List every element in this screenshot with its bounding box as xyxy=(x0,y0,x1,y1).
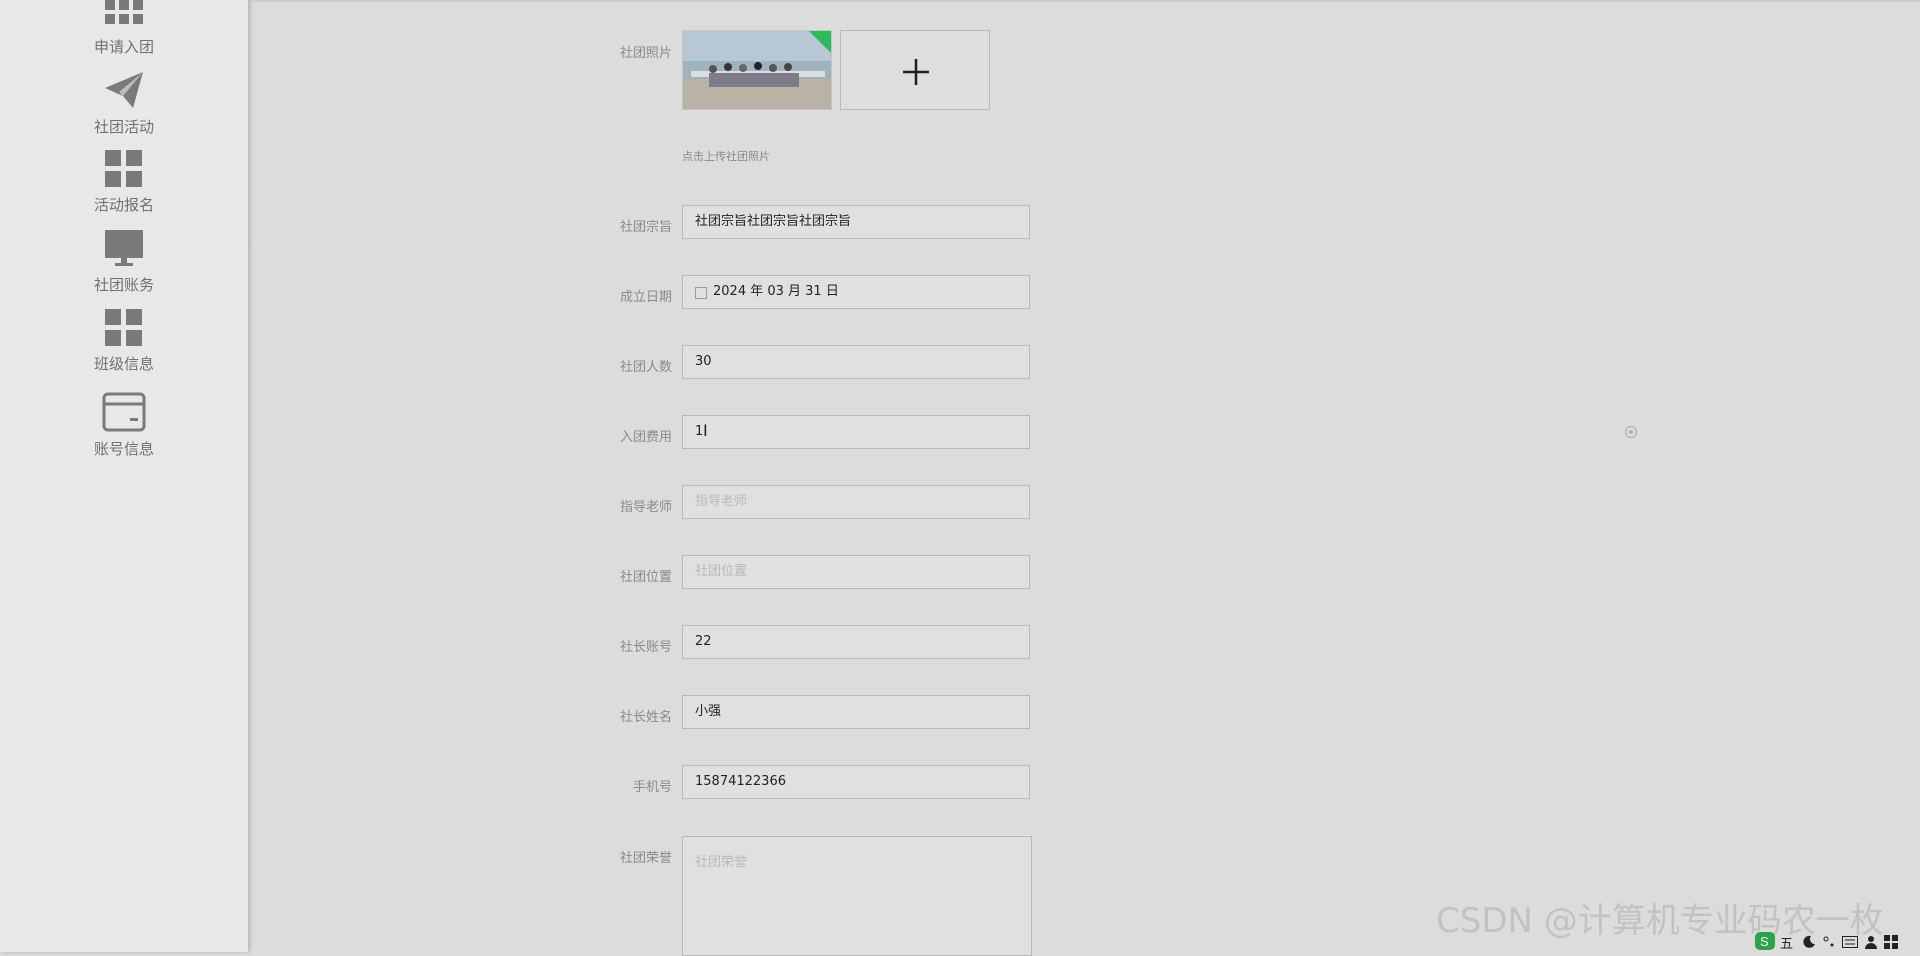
top-divider xyxy=(248,0,1920,2)
sidebar-item-activity-signup[interactable]: 活动报名 xyxy=(0,150,248,215)
sidebar-item-apply-join[interactable]: 申请入团 xyxy=(0,0,248,57)
upload-hint: 点击上传社团照片 xyxy=(682,150,770,163)
paper-plane-icon xyxy=(105,72,143,108)
sidebar-item-label: 申请入团 xyxy=(93,38,154,56)
upload-photo-button[interactable] xyxy=(840,30,990,110)
system-tray: S 五 xyxy=(1750,930,1920,952)
moon-icon[interactable] xyxy=(1802,935,1816,949)
purpose-input[interactable]: 社团宗旨社团宗旨社团宗旨 xyxy=(682,205,1030,239)
members-label: 社团人数 xyxy=(619,360,672,375)
fee-input[interactable]: 1 I xyxy=(682,415,1030,449)
sidebar-item-account-info[interactable]: 账号信息 xyxy=(0,392,248,459)
sidebar-item-label: 班级信息 xyxy=(93,355,154,373)
card-icon xyxy=(102,392,146,432)
honors-label: 社团荣誉 xyxy=(619,851,672,866)
photo-label: 社团照片 xyxy=(619,46,672,61)
plus-icon xyxy=(903,59,929,85)
settings-icon[interactable] xyxy=(1624,425,1638,439)
apps-grid-icon[interactable] xyxy=(1884,935,1898,949)
fee-label: 入团费用 xyxy=(619,430,672,445)
text-cursor-icon: I xyxy=(703,421,708,440)
leader-account-input[interactable]: 22 xyxy=(682,625,1030,659)
monitor-icon xyxy=(105,230,143,266)
honors-textarea[interactable]: 社团荣誉 xyxy=(682,836,1032,956)
ime-mode-label[interactable]: 五 xyxy=(1780,933,1793,952)
leader-name-input[interactable]: 小强 xyxy=(682,695,1030,729)
svg-text:S: S xyxy=(1760,934,1769,949)
sidebar-item-club-finance[interactable]: 社团账务 xyxy=(0,230,248,295)
grid-icon xyxy=(105,309,142,346)
location-label: 社团位置 xyxy=(619,570,672,585)
leader-name-label: 社长姓名 xyxy=(619,710,672,725)
phone-input[interactable]: 15874122366 xyxy=(682,765,1030,799)
founded-date-picker[interactable]: 2024 年 03 月 31 日 xyxy=(682,275,1030,309)
grid-icon xyxy=(105,0,143,24)
founded-date-value: 2024 年 03 月 31 日 xyxy=(713,284,839,299)
members-input[interactable]: 30 xyxy=(682,345,1030,379)
calendar-icon xyxy=(695,287,707,299)
founded-date-label: 成立日期 xyxy=(619,290,672,305)
advisor-input[interactable]: 指导老师 xyxy=(682,485,1030,519)
sidebar-item-label: 账号信息 xyxy=(93,440,154,458)
sidebar-item-label: 社团账务 xyxy=(93,276,154,294)
ime-logo-icon[interactable]: S xyxy=(1754,931,1776,951)
location-input[interactable]: 社团位置 xyxy=(682,555,1030,589)
sidebar-item-club-activities[interactable]: 社团活动 xyxy=(0,70,248,137)
club-photo-thumbnail[interactable] xyxy=(682,30,832,110)
sidebar: 申请入团 社团活动 活动报名 社团账务 班级信息 账号信息 xyxy=(0,0,248,952)
keyboard-icon[interactable] xyxy=(1842,936,1858,948)
sidebar-item-label: 社团活动 xyxy=(93,118,154,136)
punctuation-icon[interactable] xyxy=(1822,935,1836,949)
club-photo-image xyxy=(683,31,831,109)
sidebar-item-label: 活动报名 xyxy=(93,196,154,214)
grid-icon xyxy=(105,150,142,187)
phone-label: 手机号 xyxy=(632,780,672,795)
purpose-label: 社团宗旨 xyxy=(619,220,672,235)
advisor-label: 指导老师 xyxy=(619,500,672,515)
row-divider xyxy=(248,244,1920,245)
user-icon[interactable] xyxy=(1864,935,1878,949)
leader-account-label: 社长账号 xyxy=(619,640,672,655)
sidebar-item-class-info[interactable]: 班级信息 xyxy=(0,309,248,374)
